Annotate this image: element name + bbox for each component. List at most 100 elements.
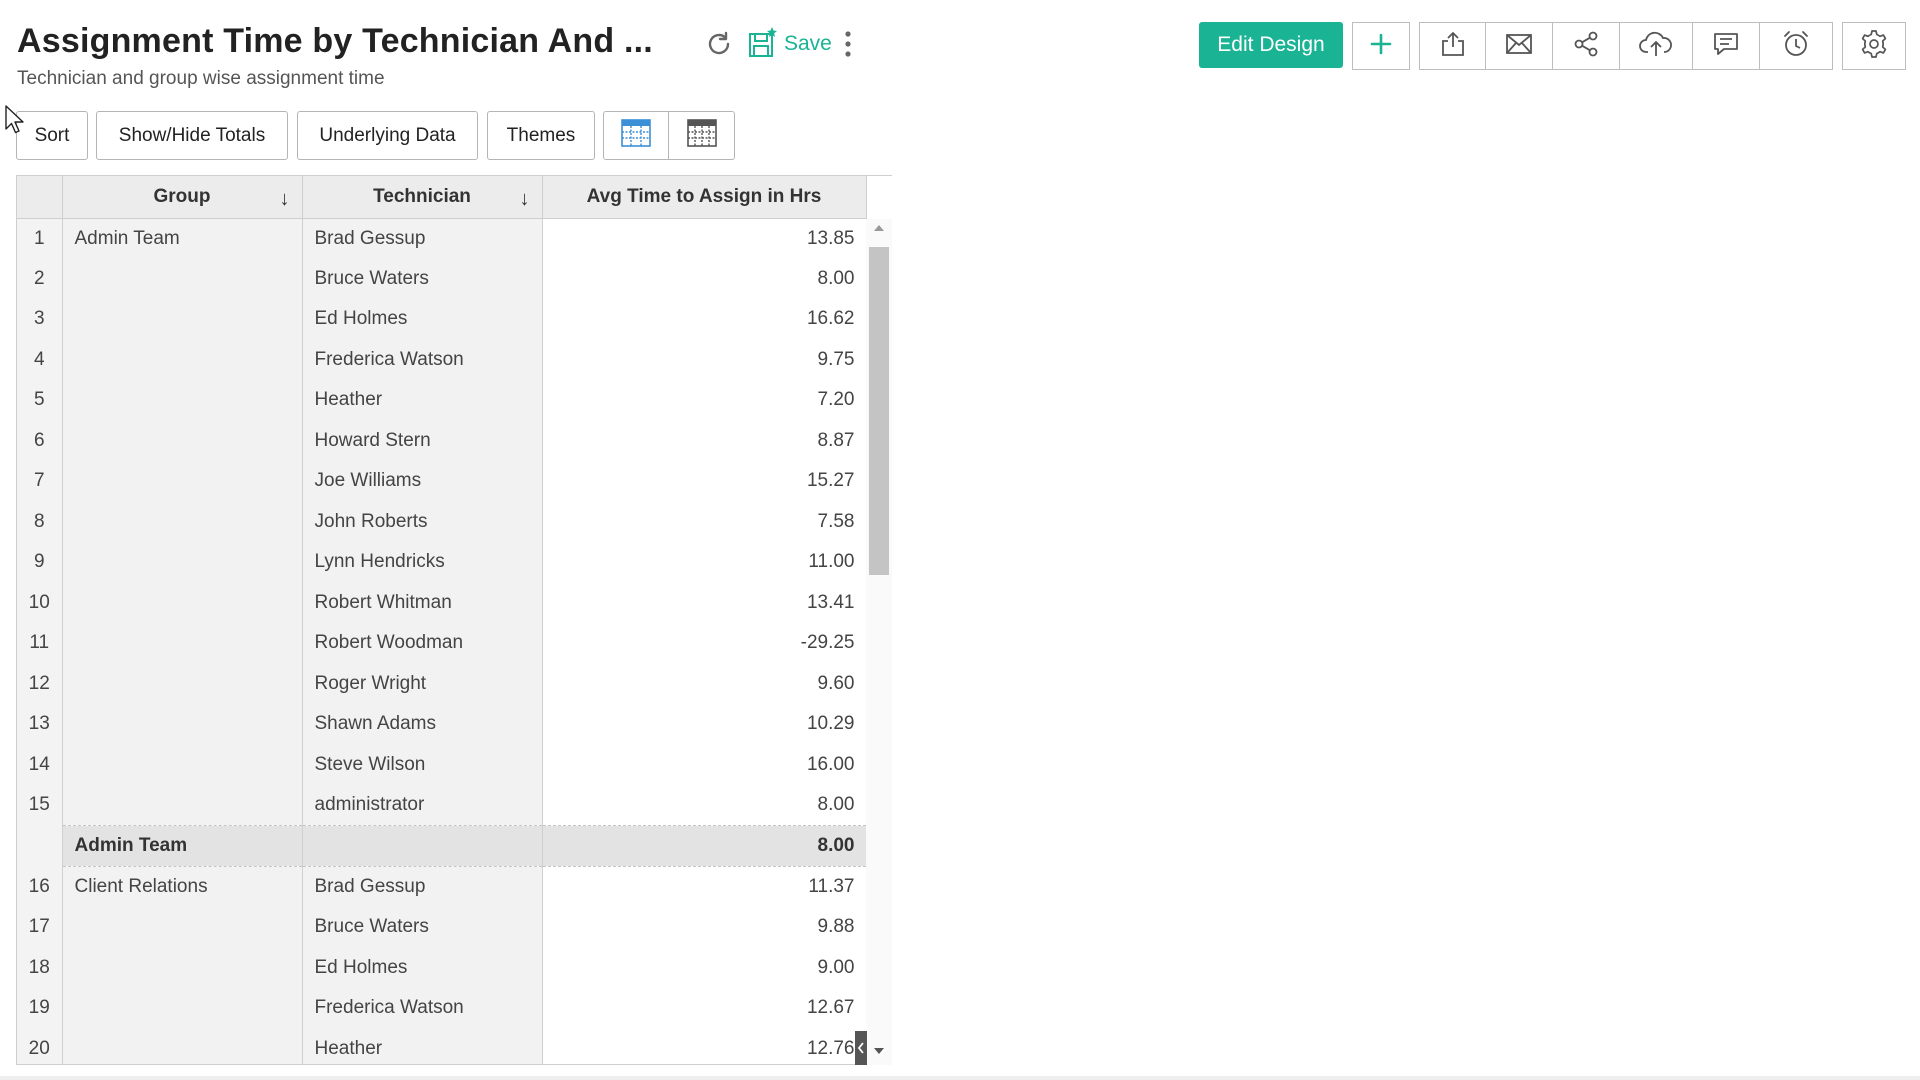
- collapse-handle-icon[interactable]: [855, 1031, 867, 1065]
- technician-cell: Bruce Waters: [302, 907, 543, 948]
- value-cell: 7.58: [542, 501, 867, 542]
- group-cell: [62, 420, 303, 461]
- kebab-icon[interactable]: [841, 28, 855, 60]
- value-cell: 9.00: [542, 947, 867, 988]
- scroll-up-icon[interactable]: [874, 225, 884, 231]
- table-row: 10 Robert Whitman 13.41: [17, 582, 867, 623]
- value-cell: 10.29: [542, 704, 867, 745]
- table-view-button[interactable]: [603, 111, 669, 160]
- technician-cell: Brad Gessup: [302, 218, 543, 259]
- table-row: 1 Admin Team Brad Gessup 13.85: [17, 218, 867, 259]
- value-cell: 16.62: [542, 299, 867, 340]
- scroll-down-icon[interactable]: [874, 1048, 884, 1054]
- group-cell: [62, 988, 303, 1029]
- comment-button[interactable]: [1693, 22, 1760, 70]
- value-cell: 8.00: [542, 785, 867, 826]
- publish-button[interactable]: [1620, 22, 1693, 70]
- group-cell: Admin Team: [62, 218, 303, 259]
- technician-cell: Heather: [302, 1028, 543, 1064]
- row-number: 3: [17, 299, 63, 340]
- table-row: 12 Roger Wright 9.60: [17, 663, 867, 704]
- table-row: 9 Lynn Hendricks 11.00: [17, 542, 867, 583]
- edit-design-button[interactable]: Edit Design: [1199, 22, 1343, 68]
- value-cell: 15.27: [542, 461, 867, 502]
- table-row: 2 Bruce Waters 8.00: [17, 258, 867, 299]
- value-cell: 16.00: [542, 744, 867, 785]
- group-cell: [62, 744, 303, 785]
- export-button[interactable]: [1419, 22, 1486, 70]
- value-cell: 11.00: [542, 542, 867, 583]
- group-cell: [62, 461, 303, 502]
- show-hide-totals-button[interactable]: Show/Hide Totals: [96, 111, 288, 160]
- row-number: 8: [17, 501, 63, 542]
- technician-cell: Ed Holmes: [302, 299, 543, 340]
- table-row: 13 Shawn Adams 10.29: [17, 704, 867, 745]
- save-button[interactable]: Save: [748, 24, 832, 64]
- email-button[interactable]: [1486, 22, 1553, 70]
- export-icon: [1439, 30, 1467, 63]
- underlying-data-button[interactable]: Underlying Data: [297, 111, 478, 160]
- technician-cell: Robert Whitman: [302, 582, 543, 623]
- pivot-view-button[interactable]: [669, 111, 735, 160]
- column-header-technician[interactable]: Technician ↓: [302, 176, 543, 219]
- page-subtitle: Technician and group wise assignment tim…: [17, 68, 385, 89]
- table-row: 8 John Roberts 7.58: [17, 501, 867, 542]
- schedule-button[interactable]: [1760, 22, 1833, 70]
- page-title: Assignment Time by Technician And ...: [17, 22, 653, 60]
- divider: [0, 1076, 1920, 1080]
- sort-down-icon[interactable]: ↓: [520, 188, 530, 211]
- table-row: 6 Howard Stern 8.87: [17, 420, 867, 461]
- row-number: 19: [17, 988, 63, 1029]
- vertical-scrollbar[interactable]: [866, 219, 892, 1065]
- subtotal-row: Admin Team 8.00: [17, 825, 867, 867]
- value-cell: 11.37: [542, 866, 867, 907]
- technician-cell: Brad Gessup: [302, 866, 543, 907]
- technician-cell: John Roberts: [302, 501, 543, 542]
- technician-cell: Heather: [302, 380, 543, 421]
- value-cell: 9.88: [542, 907, 867, 948]
- table-row: 17 Bruce Waters 9.88: [17, 907, 867, 948]
- technician-cell: Robert Woodman: [302, 623, 543, 664]
- row-number: [17, 825, 63, 867]
- row-number: 7: [17, 461, 63, 502]
- row-number: 12: [17, 663, 63, 704]
- row-number: 16: [17, 866, 63, 907]
- save-icon: [748, 26, 778, 63]
- group-cell: [62, 380, 303, 421]
- technician-cell: Lynn Hendricks: [302, 542, 543, 583]
- technician-cell: administrator: [302, 785, 543, 826]
- refresh-icon[interactable]: [704, 28, 736, 60]
- value-cell: 13.85: [542, 218, 867, 259]
- column-header-avg-time[interactable]: Avg Time to Assign in Hrs: [542, 176, 867, 219]
- column-header-label: Group: [153, 185, 211, 207]
- share-button[interactable]: [1553, 22, 1620, 70]
- technician-cell: Bruce Waters: [302, 258, 543, 299]
- row-number: 10: [17, 582, 63, 623]
- table-row: 11 Robert Woodman -29.25: [17, 623, 867, 664]
- scrollbar-thumb[interactable]: [869, 247, 889, 575]
- group-cell: [62, 663, 303, 704]
- sort-down-icon[interactable]: ↓: [280, 188, 290, 211]
- table-row: 14 Steve Wilson 16.00: [17, 744, 867, 785]
- publish-icon: [1639, 30, 1673, 63]
- column-header-label: Technician: [373, 185, 471, 207]
- add-button[interactable]: [1352, 22, 1410, 70]
- group-cell: [62, 542, 303, 583]
- mouse-cursor-icon: [5, 105, 27, 140]
- column-header-group[interactable]: Group ↓: [62, 176, 303, 219]
- value-cell: 12.76: [542, 1028, 867, 1064]
- technician-cell: Shawn Adams: [302, 704, 543, 745]
- row-number: 18: [17, 947, 63, 988]
- group-cell: [62, 582, 303, 623]
- group-cell: [62, 704, 303, 745]
- value-cell: 9.75: [542, 339, 867, 380]
- add-icon: [1369, 32, 1393, 61]
- technician-cell: Frederica Watson: [302, 339, 543, 380]
- save-label: Save: [784, 32, 832, 55]
- themes-button[interactable]: Themes: [487, 111, 595, 160]
- settings-button[interactable]: [1842, 22, 1906, 70]
- value-cell: 7.20: [542, 380, 867, 421]
- comment-icon: [1712, 30, 1740, 63]
- value-cell: 13.41: [542, 582, 867, 623]
- technician-cell: Roger Wright: [302, 663, 543, 704]
